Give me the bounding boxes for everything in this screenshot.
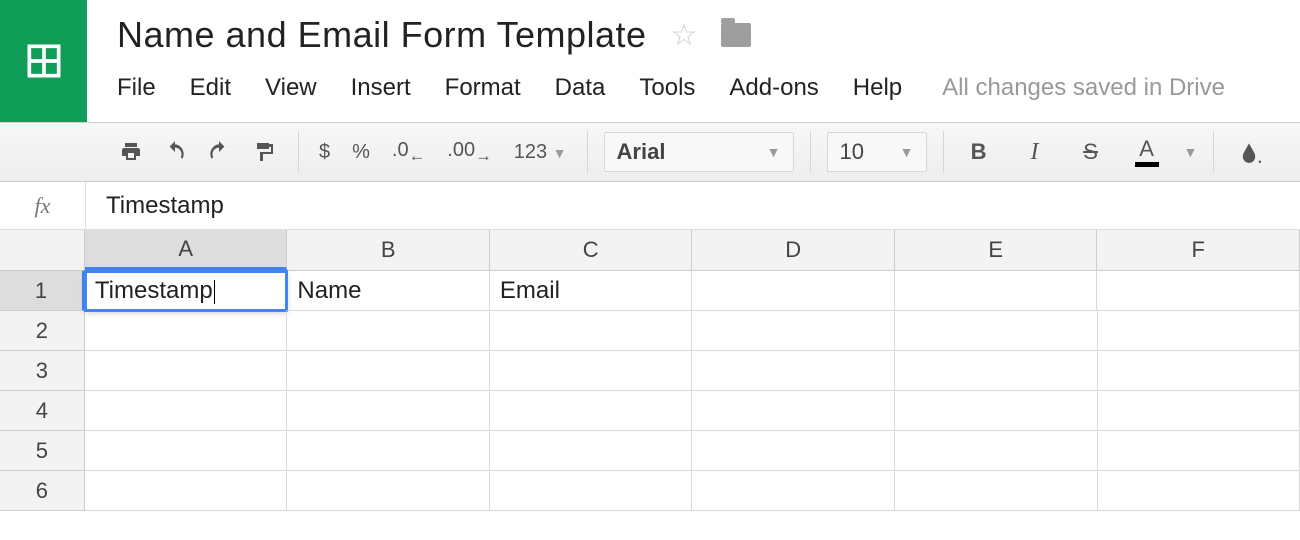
menu-format[interactable]: Format	[445, 74, 521, 102]
cell-C6[interactable]	[490, 471, 693, 511]
cell-D1[interactable]	[692, 271, 895, 311]
toolbar: $ % .0← .00→ 123 ▼ Arial ▼ 10 ▼ B I S A …	[0, 122, 1300, 182]
divider	[943, 131, 944, 173]
menu-view[interactable]: View	[265, 74, 317, 102]
row-header-2[interactable]: 2	[0, 311, 85, 351]
menubar: File Edit View Insert Format Data Tools …	[117, 74, 1300, 102]
cell-D5[interactable]	[692, 431, 895, 471]
cell-B5[interactable]	[287, 431, 490, 471]
row-header-4[interactable]: 4	[0, 391, 85, 431]
menu-edit[interactable]: Edit	[190, 74, 231, 102]
cell-D6[interactable]	[692, 471, 895, 511]
print-icon[interactable]	[112, 133, 150, 171]
increase-decimal-button[interactable]: .00→	[443, 139, 495, 166]
font-family-select[interactable]: Arial ▼	[604, 132, 794, 172]
row-header-5[interactable]: 5	[0, 431, 85, 471]
cell-D2[interactable]	[692, 311, 895, 351]
cell-A2[interactable]	[85, 311, 288, 351]
col-header-D[interactable]: D	[692, 230, 895, 270]
menu-data[interactable]: Data	[555, 74, 606, 102]
text-color-button[interactable]: A	[1128, 133, 1166, 171]
row-header-3[interactable]: 3	[0, 351, 85, 391]
strikethrough-button[interactable]: S	[1072, 133, 1110, 171]
cell-B3[interactable]	[287, 351, 490, 391]
undo-icon[interactable]	[156, 133, 194, 171]
star-icon[interactable]: ☆	[671, 18, 698, 53]
col-header-F[interactable]: F	[1097, 230, 1300, 270]
text-cursor	[214, 280, 215, 304]
menu-insert[interactable]: Insert	[351, 74, 411, 102]
formula-bar-value[interactable]: Timestamp	[86, 192, 224, 220]
divider	[298, 131, 299, 173]
chevron-down-icon[interactable]: ▼	[1184, 144, 1198, 160]
folder-icon[interactable]	[721, 23, 751, 47]
cell-D3[interactable]	[692, 351, 895, 391]
cell-A3[interactable]	[85, 351, 288, 391]
decrease-decimal-button[interactable]: .0←	[388, 139, 429, 166]
cell-B1[interactable]: Name	[287, 271, 490, 311]
percent-button[interactable]: %	[348, 141, 374, 164]
col-header-C[interactable]: C	[490, 230, 693, 270]
cell-E4[interactable]	[895, 391, 1098, 431]
spreadsheet: A B C D E F 1 Timestamp Name Email 2 3 4…	[0, 230, 1300, 511]
cell-C2[interactable]	[490, 311, 693, 351]
cell-A6[interactable]	[85, 471, 288, 511]
chevron-down-icon: ▼	[900, 144, 914, 160]
divider	[1213, 131, 1214, 173]
divider	[810, 131, 811, 173]
cell-E2[interactable]	[895, 311, 1098, 351]
col-header-A[interactable]: A	[85, 230, 288, 270]
cell-C4[interactable]	[490, 391, 693, 431]
save-status: All changes saved in Drive	[942, 74, 1225, 102]
cell-A5[interactable]	[85, 431, 288, 471]
cell-E5[interactable]	[895, 431, 1098, 471]
cell-B2[interactable]	[287, 311, 490, 351]
col-header-E[interactable]: E	[895, 230, 1098, 270]
row-header-6[interactable]: 6	[0, 471, 85, 511]
row-header-1[interactable]: 1	[0, 271, 85, 311]
chevron-down-icon: ▼	[767, 144, 781, 160]
cell-C5[interactable]	[490, 431, 693, 471]
fill-color-button[interactable]	[1230, 133, 1268, 171]
cell-D4[interactable]	[692, 391, 895, 431]
sheets-logo[interactable]	[0, 0, 87, 122]
cell-B4[interactable]	[287, 391, 490, 431]
select-all-corner[interactable]	[0, 230, 85, 270]
formula-bar: fx Timestamp	[0, 182, 1300, 230]
menu-addons[interactable]: Add-ons	[729, 74, 818, 102]
cell-F2[interactable]	[1098, 311, 1300, 351]
cell-F3[interactable]	[1098, 351, 1300, 391]
cell-E3[interactable]	[895, 351, 1098, 391]
cell-C3[interactable]	[490, 351, 693, 391]
currency-button[interactable]: $	[315, 141, 334, 164]
cell-E1[interactable]	[895, 271, 1098, 311]
fx-icon[interactable]: fx	[0, 182, 86, 229]
italic-button[interactable]: I	[1016, 133, 1054, 171]
doc-title[interactable]: Name and Email Form Template	[117, 14, 647, 56]
menu-tools[interactable]: Tools	[639, 74, 695, 102]
cell-E6[interactable]	[895, 471, 1098, 511]
cell-F4[interactable]	[1098, 391, 1300, 431]
col-header-B[interactable]: B	[287, 230, 490, 270]
cell-F1[interactable]	[1097, 271, 1300, 311]
more-formats-button[interactable]: 123 ▼	[510, 141, 571, 164]
cell-C1[interactable]: Email	[490, 271, 693, 311]
bold-button[interactable]: B	[960, 133, 998, 171]
font-size-select[interactable]: 10 ▼	[827, 132, 927, 172]
cell-A1[interactable]: Timestamp	[85, 271, 288, 311]
cell-F5[interactable]	[1098, 431, 1300, 471]
divider	[587, 131, 588, 173]
redo-icon[interactable]	[200, 133, 238, 171]
cell-A4[interactable]	[85, 391, 288, 431]
cell-F6[interactable]	[1098, 471, 1300, 511]
paint-format-icon[interactable]	[244, 133, 282, 171]
cell-B6[interactable]	[287, 471, 490, 511]
menu-file[interactable]: File	[117, 74, 156, 102]
menu-help[interactable]: Help	[853, 74, 902, 102]
